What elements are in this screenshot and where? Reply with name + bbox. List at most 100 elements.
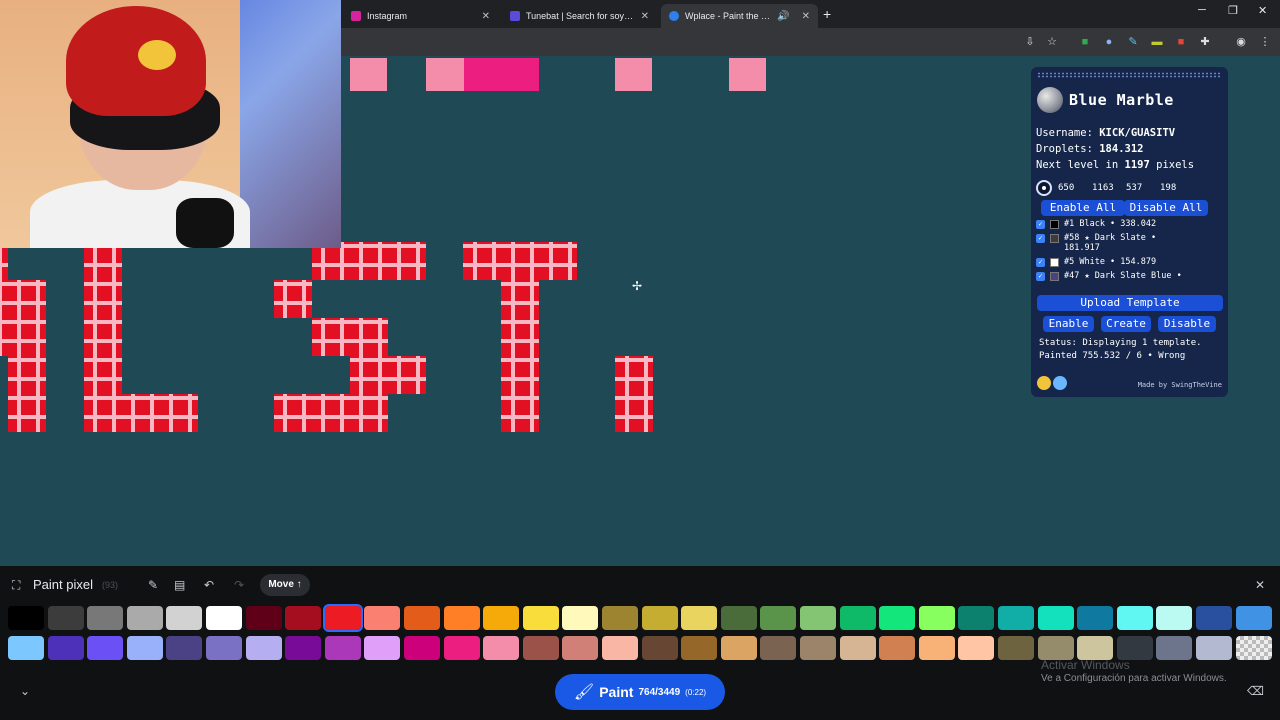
- coord-tile-x[interactable]: 650: [1058, 183, 1092, 193]
- palette-swatch[interactable]: [87, 606, 124, 630]
- tab-instagram[interactable]: Instagram ✕: [343, 4, 498, 28]
- restore-button[interactable]: ❐: [1228, 4, 1238, 17]
- close-tab-icon[interactable]: ✕: [482, 11, 490, 22]
- palette-swatch[interactable]: [839, 606, 876, 630]
- palette-swatch[interactable]: [126, 606, 163, 630]
- palette-swatch[interactable]: [1235, 606, 1272, 630]
- palette-swatch[interactable]: [443, 606, 480, 630]
- extension-sheets-icon[interactable]: ■: [1078, 35, 1092, 49]
- palette-swatch[interactable]: [720, 606, 757, 630]
- palette-swatch[interactable]: [522, 636, 559, 660]
- palette-swatch[interactable]: [1196, 606, 1232, 630]
- color-filter-row[interactable]: ✓ #5 White • 154.879: [1036, 257, 1223, 267]
- palette-swatch[interactable]: [760, 636, 797, 660]
- palette-swatch[interactable]: [879, 636, 916, 660]
- palette-swatch[interactable]: [1156, 636, 1193, 660]
- palette-swatch[interactable]: [404, 636, 440, 660]
- collapse-icon[interactable]: ⌄: [20, 684, 30, 698]
- extension-battery-icon[interactable]: ▬: [1150, 35, 1164, 49]
- palette-swatch[interactable]: [562, 636, 599, 660]
- palette-swatch[interactable]: [166, 636, 203, 660]
- coord-pixel-y[interactable]: 198: [1160, 183, 1194, 193]
- extension-translate-icon[interactable]: ✎: [1126, 35, 1140, 49]
- close-window-button[interactable]: ✕: [1258, 4, 1267, 17]
- palette-swatch[interactable]: [681, 606, 718, 630]
- palette-swatch[interactable]: [364, 606, 401, 630]
- palette-swatch[interactable]: [641, 606, 678, 630]
- palette-swatch[interactable]: [245, 606, 282, 630]
- palette-swatch[interactable]: [8, 636, 44, 660]
- palette-swatch[interactable]: [522, 606, 559, 630]
- palette-swatch[interactable]: [245, 636, 282, 660]
- palette-swatch[interactable]: [918, 606, 955, 630]
- coord-pixel-x[interactable]: 537: [1126, 183, 1160, 193]
- palette-swatch[interactable]: [918, 636, 955, 660]
- close-tab-icon[interactable]: ✕: [802, 11, 810, 22]
- palette-swatch[interactable]: [839, 636, 876, 660]
- palette-swatch[interactable]: [879, 606, 916, 630]
- menu-kebab-icon[interactable]: ⋮: [1258, 35, 1272, 49]
- palette-swatch[interactable]: [206, 606, 242, 630]
- palette-swatch[interactable]: [166, 606, 203, 630]
- palette-swatch[interactable]: [1235, 636, 1272, 660]
- palette-swatch[interactable]: [324, 636, 361, 660]
- palette-swatch[interactable]: [87, 636, 124, 660]
- palette-swatch[interactable]: [1077, 606, 1114, 630]
- close-icon[interactable]: ✕: [1255, 578, 1265, 592]
- expand-icon[interactable]: ⛶: [12, 578, 20, 592]
- drag-handle[interactable]: [1037, 72, 1222, 78]
- palette-swatch[interactable]: [958, 606, 995, 630]
- undo-icon[interactable]: ↶: [204, 578, 214, 592]
- palette-swatch[interactable]: [800, 636, 836, 660]
- extensions-puzzle-icon[interactable]: ✚: [1198, 35, 1212, 49]
- palette-swatch[interactable]: [800, 606, 836, 630]
- palette-swatch[interactable]: [760, 606, 797, 630]
- extension-badge-icon[interactable]: ■: [1174, 35, 1188, 49]
- palette-swatch[interactable]: [483, 606, 520, 630]
- palette-swatch[interactable]: [47, 636, 84, 660]
- palette-swatch[interactable]: [681, 636, 718, 660]
- paint-button[interactable]: 🖌 Paint 764/3449 (0:22): [555, 674, 725, 710]
- palette-swatch[interactable]: [998, 636, 1034, 660]
- checkbox-checked-icon[interactable]: ✓: [1036, 258, 1045, 267]
- info-icon[interactable]: [1053, 376, 1067, 390]
- palette-swatch[interactable]: [443, 636, 480, 660]
- upload-template-button[interactable]: Upload Template: [1037, 295, 1223, 311]
- tab-tunebat[interactable]: Tunebat | Search for soy famoso ✕: [502, 4, 657, 28]
- palette-swatch[interactable]: [285, 636, 322, 660]
- palette-swatch[interactable]: [126, 636, 163, 660]
- color-filter-row[interactable]: ✓ #1 Black • 338.042: [1036, 219, 1223, 229]
- palette-swatch[interactable]: [1156, 606, 1193, 630]
- eraser-icon[interactable]: ⌫: [1247, 684, 1264, 698]
- palette-swatch[interactable]: [602, 636, 638, 660]
- pencil-icon[interactable]: ✎: [148, 578, 158, 592]
- palette-swatch[interactable]: [1037, 606, 1074, 630]
- enable-template-button[interactable]: Enable: [1043, 316, 1094, 332]
- palette-swatch[interactable]: [1077, 636, 1114, 660]
- checkbox-checked-icon[interactable]: ✓: [1036, 220, 1045, 229]
- profile-avatar-icon[interactable]: ◉: [1234, 35, 1248, 49]
- color-filter-row[interactable]: ✓ #47 ★ Dark Slate Blue •: [1036, 271, 1223, 281]
- extension-globe-icon[interactable]: ●: [1102, 35, 1116, 49]
- minimize-panel-icon[interactable]: [1037, 376, 1051, 390]
- tab-wplace[interactable]: Wplace - Paint the world 🔊 ✕: [661, 4, 818, 28]
- speaker-icon[interactable]: 🔊: [777, 11, 789, 22]
- palette-swatch[interactable]: [1037, 636, 1074, 660]
- palette-swatch[interactable]: [206, 636, 242, 660]
- palette-swatch[interactable]: [641, 636, 678, 660]
- coord-tile-y[interactable]: 1163: [1092, 183, 1126, 193]
- palette-swatch[interactable]: [47, 606, 84, 630]
- checkbox-checked-icon[interactable]: ✓: [1036, 272, 1045, 281]
- bookmark-star-icon[interactable]: ☆: [1045, 35, 1059, 49]
- enable-all-button[interactable]: Enable All: [1041, 200, 1125, 216]
- palette-swatch[interactable]: [562, 606, 599, 630]
- palette-swatch[interactable]: [602, 606, 638, 630]
- disable-all-button[interactable]: Disable All: [1124, 200, 1208, 216]
- palette-swatch[interactable]: [1196, 636, 1232, 660]
- palette-swatch[interactable]: [285, 606, 322, 630]
- create-template-button[interactable]: Create: [1101, 316, 1151, 332]
- pin-location-icon[interactable]: [1036, 180, 1052, 196]
- redo-icon[interactable]: ↷: [234, 578, 244, 592]
- palette-swatch[interactable]: [483, 636, 520, 660]
- close-tab-icon[interactable]: ✕: [641, 11, 649, 22]
